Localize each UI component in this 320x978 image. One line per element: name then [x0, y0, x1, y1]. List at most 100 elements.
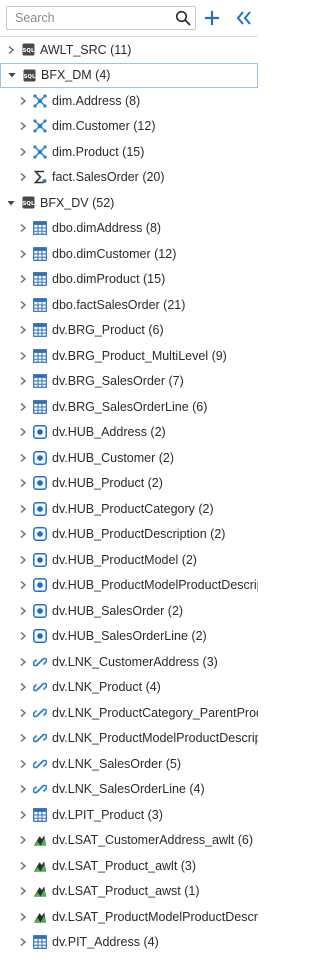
tree-node[interactable]: dv.LNK_ProductCategory_ParentProdu... [0, 700, 258, 725]
tree-node[interactable]: dv.LSAT_ProductModelProductDescrip... [0, 904, 258, 929]
tree-node-label: dv.HUB_SalesOrder (2) [52, 603, 184, 618]
hub-icon [33, 501, 47, 516]
expand-arrow-right-icon[interactable] [19, 657, 27, 667]
tree-node[interactable]: dbo.dimAddress (8) [0, 216, 258, 241]
tree-node-label: dv.PIT_Address (4) [52, 935, 159, 949]
tree-node[interactable]: SQL BFX_DM (4) [0, 62, 258, 88]
expand-arrow-right-icon[interactable] [19, 376, 27, 386]
add-button[interactable] [202, 8, 222, 28]
tree-node[interactable]: dv.LSAT_Product_awlt (3) [0, 853, 258, 878]
tree-node[interactable]: dv.HUB_Customer (2) [0, 445, 258, 470]
expand-arrow-right-icon[interactable] [19, 937, 27, 947]
tree-node[interactable]: dv.BRG_SalesOrder (7) [0, 369, 258, 394]
search-icon[interactable] [175, 10, 191, 26]
expand-arrow-right-icon[interactable] [19, 249, 27, 259]
svg-text:SQL: SQL [22, 201, 34, 207]
expand-arrow-right-icon[interactable] [19, 631, 27, 641]
satellite-icon [33, 910, 47, 924]
tree-node[interactable]: dim.Address (8) [0, 88, 258, 113]
dimension-icon [33, 144, 47, 159]
tree-node[interactable]: dv.BRG_Product (6) [0, 318, 258, 343]
expand-arrow-right-icon[interactable] [19, 121, 27, 131]
expand-arrow-right-icon[interactable] [19, 504, 27, 514]
table-icon [33, 297, 47, 312]
tree-node[interactable]: dv.BRG_SalesOrderLine (6) [0, 394, 258, 419]
link-icon [33, 782, 47, 796]
tree-node[interactable]: dv.LNK_ProductModelProductDescript... [0, 726, 258, 751]
expand-arrow-right-icon[interactable] [19, 453, 27, 463]
tree-node[interactable]: dv.LSAT_Product_awst (1) [0, 879, 258, 904]
expand-arrow-right-icon[interactable] [19, 708, 27, 718]
tree-node[interactable]: dv.HUB_ProductCategory (2) [0, 496, 258, 521]
tree-node[interactable]: fact.SalesOrder (20) [0, 165, 258, 190]
expand-arrow-right-icon[interactable] [19, 351, 27, 361]
expand-arrow-down-icon[interactable] [7, 198, 15, 208]
expand-arrow-right-icon[interactable] [19, 861, 27, 871]
hub-icon [33, 552, 47, 567]
tree-node-label: dv.HUB_Product (2) [52, 476, 163, 490]
expand-arrow-right-icon[interactable] [19, 478, 27, 488]
expand-arrow-right-icon[interactable] [19, 172, 27, 182]
table-icon [33, 935, 47, 949]
table-icon [33, 221, 47, 235]
expand-arrow-right-icon[interactable] [19, 733, 27, 743]
expand-arrow-right-icon[interactable] [19, 402, 27, 412]
expand-arrow-right-icon[interactable] [19, 835, 27, 845]
tree-node[interactable]: dv.BRG_Product_MultiLevel (9) [0, 343, 258, 368]
tree-node-label: dv.HUB_ProductModel (2) [52, 552, 197, 567]
collapse-panel-button[interactable] [234, 8, 254, 28]
tree-node-label: dv.BRG_Product (6) [52, 323, 164, 337]
expand-arrow-right-icon[interactable] [19, 96, 27, 106]
tree-node[interactable]: dbo.factSalesOrder (21) [0, 292, 258, 317]
tree-node[interactable]: SQL AWLT_SRC (11) [0, 37, 258, 62]
tree-node[interactable]: dv.HUB_ProductModel (2) [0, 547, 258, 572]
tree-node-label: dv.HUB_Address (2) [52, 425, 166, 439]
expand-arrow-right-icon[interactable] [19, 606, 27, 616]
expand-arrow-right-icon[interactable] [19, 912, 27, 922]
tree-node[interactable]: dv.LNK_SalesOrder (5) [0, 751, 258, 776]
tree-node[interactable]: dv.LSAT_CustomerAddress_awlt (6) [0, 828, 258, 853]
expand-arrow-right-icon[interactable] [19, 886, 27, 896]
tree-node[interactable]: dv.HUB_SalesOrderLine (2) [0, 624, 258, 649]
expand-arrow-right-icon[interactable] [19, 325, 27, 335]
expand-arrow-right-icon[interactable] [19, 300, 27, 310]
expand-arrow-right-icon[interactable] [19, 147, 27, 157]
tree-node[interactable]: dbo.dimProduct (15) [0, 267, 258, 292]
sql-db-icon: SQL [21, 196, 35, 210]
tree-node-label: dv.HUB_ProductCategory (2) [52, 501, 214, 516]
tree-node-label: dv.BRG_Product_MultiLevel (9) [52, 348, 227, 363]
tree-node[interactable]: dim.Product (15) [0, 139, 258, 164]
tree-node[interactable]: dv.HUB_Product (2) [0, 471, 258, 496]
tree-node[interactable]: dv.LPIT_Product (3) [0, 802, 258, 827]
tree-node[interactable]: dv.LNK_CustomerAddress (3) [0, 649, 258, 674]
tree-node[interactable]: dv.HUB_Address (2) [0, 420, 258, 445]
expand-arrow-right-icon[interactable] [19, 274, 27, 284]
tree-node-label: dv.LSAT_ProductModelProductDescrip... [52, 909, 258, 924]
expand-arrow-right-icon[interactable] [19, 427, 27, 437]
tree-node[interactable]: dv.LNK_Product (4) [0, 675, 258, 700]
tree-node-label: dv.LNK_Product (4) [52, 680, 161, 694]
tree-node[interactable]: dv.HUB_ProductModelProductDescript... [0, 573, 258, 598]
tree-node[interactable]: SQL BFX_DV (52) [0, 190, 258, 215]
tree-node[interactable]: dv.HUB_SalesOrder (2) [0, 598, 258, 623]
expand-arrow-right-icon[interactable] [19, 759, 27, 769]
tree-node-label: dim.Product (15) [52, 144, 145, 159]
tree-node[interactable]: dv.HUB_ProductDescription (2) [0, 522, 258, 547]
expand-arrow-right-icon[interactable] [19, 810, 27, 820]
search-input[interactable] [6, 6, 196, 30]
tree-node[interactable]: dv.PIT_Address (4) [0, 930, 258, 955]
tree-node-label: dim.Customer (12) [52, 119, 156, 133]
link-icon [33, 680, 47, 694]
tree-node[interactable]: dbo.dimCustomer (12) [0, 241, 258, 266]
expand-arrow-right-icon[interactable] [19, 555, 27, 565]
expand-arrow-right-icon[interactable] [19, 223, 27, 233]
expand-arrow-right-icon[interactable] [19, 529, 27, 539]
expand-arrow-right-icon[interactable] [7, 45, 15, 55]
expand-arrow-down-icon[interactable] [8, 70, 16, 80]
tree-node-label: dbo.dimAddress (8) [52, 221, 162, 235]
tree-node[interactable]: dim.Customer (12) [0, 114, 258, 139]
expand-arrow-right-icon[interactable] [19, 580, 27, 590]
tree-node[interactable]: dv.LNK_SalesOrderLine (4) [0, 777, 258, 802]
expand-arrow-right-icon[interactable] [19, 682, 27, 692]
expand-arrow-right-icon[interactable] [19, 784, 27, 794]
